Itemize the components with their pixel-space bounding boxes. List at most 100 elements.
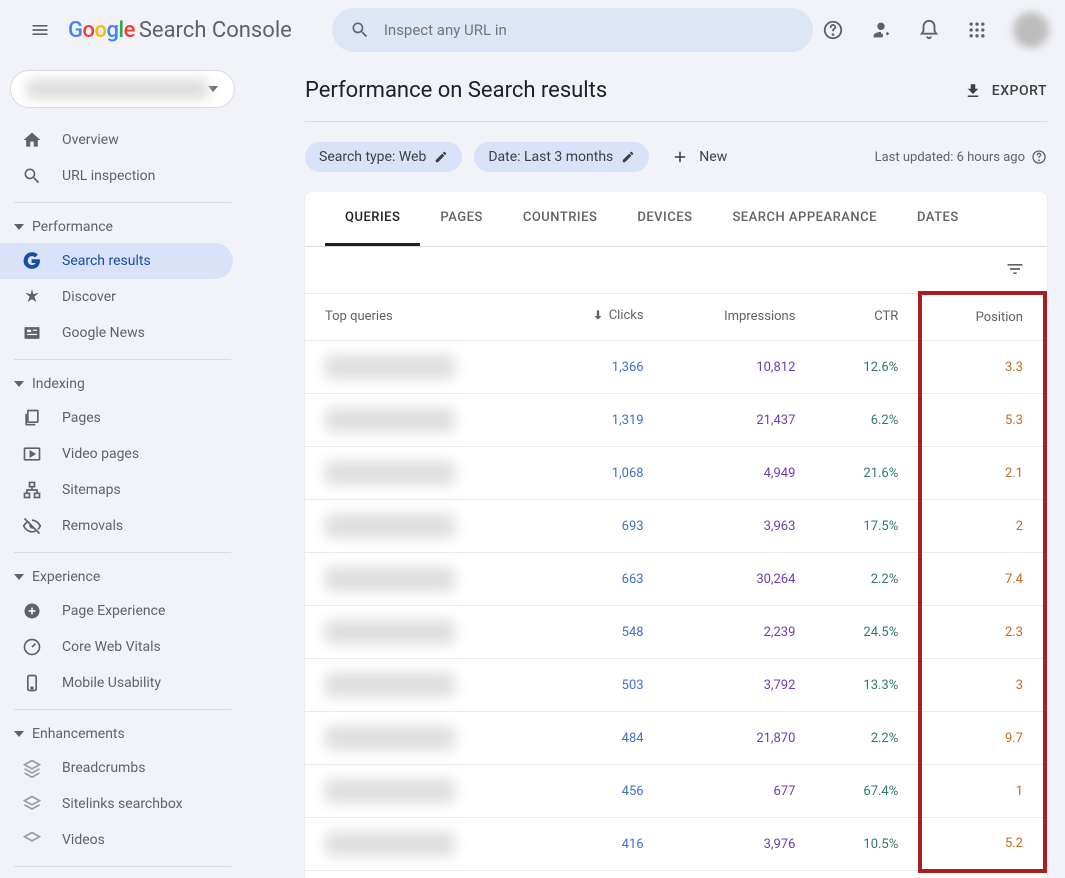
nav-videos[interactable]: Videos [0,822,233,858]
tab-devices[interactable]: DEVICES [617,192,712,246]
table-row[interactable]: 663 30,264 2.2% 7.4 [305,553,1045,606]
tab-countries[interactable]: COUNTRIES [503,192,618,246]
avatar[interactable] [1013,12,1049,48]
table-row[interactable]: 456 677 67.4% 1 [305,765,1045,818]
users-button[interactable] [861,10,901,50]
nav-sitelinks[interactable]: Sitelinks searchbox [0,786,233,822]
cell-impressions: 21,870 [664,712,816,765]
divider [14,552,231,553]
layers-icon [22,830,42,850]
nav-label: Discover [62,289,116,305]
google-logo: Google [68,18,135,43]
table-row[interactable]: 548 2,239 24.5% 2.3 [305,606,1045,659]
help-button[interactable] [813,10,853,50]
apps-button[interactable] [957,10,997,50]
table-row[interactable]: 693 3,963 17.5% 2 [305,500,1045,553]
nav-header-label: Experience [32,569,100,585]
asterisk-icon [22,287,42,307]
nav-header-indexing[interactable]: Indexing [0,368,245,400]
cell-clicks: 1,366 [537,341,664,394]
tab-queries[interactable]: QUERIES [325,192,420,246]
nav-google-news[interactable]: Google News [0,315,233,351]
col-impressions[interactable]: Impressions [664,293,816,341]
col-position[interactable]: Position [920,293,1045,341]
chevron-down-icon [14,381,24,387]
cell-impressions: 21,437 [664,394,816,447]
filter-date[interactable]: Date: Last 3 months [474,142,649,172]
plus-icon [671,148,689,166]
property-name [27,79,208,99]
nav-label: Pages [62,410,101,426]
eye-off-icon [22,516,42,536]
cell-position: 3 [920,659,1045,712]
apps-icon [967,20,987,40]
filter-search-type[interactable]: Search type: Web [305,142,462,172]
tab-search-appearance[interactable]: SEARCH APPEARANCE [712,192,897,246]
arrow-down-icon [591,308,605,322]
nav-label: Videos [62,832,105,848]
nav-label: Breadcrumbs [62,760,145,776]
col-ctr[interactable]: CTR [815,293,920,341]
cell-ctr: 2.2% [815,553,920,606]
chip-label: Date: Last 3 months [488,149,613,165]
col-clicks[interactable]: Clicks [537,293,664,341]
search-bar[interactable] [332,8,813,52]
divider [14,359,231,360]
nav-label: Overview [62,132,119,148]
cell-impressions: 10,812 [664,341,816,394]
cell-impressions: 30,264 [664,553,816,606]
nav-url-inspection[interactable]: URL inspection [0,158,233,194]
new-label: New [699,149,727,165]
cell-query [305,659,537,712]
nav-video-pages[interactable]: Video pages [0,436,233,472]
table-filter-button[interactable] [1005,259,1025,279]
menu-button[interactable] [16,6,64,54]
property-selector[interactable] [10,70,235,108]
table-row[interactable]: 503 3,792 13.3% 3 [305,659,1045,712]
nav-discover[interactable]: Discover [0,279,233,315]
sidebar: Overview URL inspection Performance Sear… [0,60,245,878]
chevron-down-icon [208,86,218,92]
cell-clicks: 456 [537,765,664,818]
cell-query [305,553,537,606]
download-icon [964,82,982,100]
table-row[interactable]: 1,319 21,437 6.2% 5.3 [305,394,1045,447]
nav-search-results[interactable]: Search results [0,243,233,279]
pages-icon [22,408,42,428]
nav-label: Video pages [62,446,139,462]
export-label: EXPORT [992,83,1047,99]
tab-pages[interactable]: PAGES [420,192,502,246]
nav-sitemaps[interactable]: Sitemaps [0,472,233,508]
logo[interactable]: Google Search Console [68,18,292,43]
table-row[interactable]: 416 3,976 10.5% 5.2 [305,818,1045,871]
nav-label: Removals [62,518,123,534]
divider [14,202,231,203]
news-icon [22,323,42,343]
plus-circle-icon [22,601,42,621]
nav-core-web-vitals[interactable]: Core Web Vitals [0,629,233,665]
notifications-button[interactable] [909,10,949,50]
nav-label: URL inspection [62,168,155,184]
nav-header-performance[interactable]: Performance [0,211,245,243]
cell-query [305,606,537,659]
help-icon[interactable] [1031,149,1047,165]
nav-header-experience[interactable]: Experience [0,561,245,593]
col-top-queries[interactable]: Top queries [305,293,537,341]
nav-page-experience[interactable]: Page Experience [0,593,233,629]
search-input[interactable] [384,21,795,39]
nav-pages[interactable]: Pages [0,400,233,436]
table-row[interactable]: 1,068 4,949 21.6% 2.1 [305,447,1045,500]
cell-position: 5.2 [920,818,1045,871]
nav-header-enhancements[interactable]: Enhancements [0,718,245,750]
cell-clicks: 663 [537,553,664,606]
add-filter-button[interactable]: New [661,142,737,172]
nav-overview[interactable]: Overview [0,122,233,158]
nav-label: Search results [62,253,151,269]
table-row[interactable]: 484 21,870 2.2% 9.7 [305,712,1045,765]
nav-breadcrumbs[interactable]: Breadcrumbs [0,750,233,786]
tab-dates[interactable]: DATES [897,192,979,246]
nav-mobile-usability[interactable]: Mobile Usability [0,665,233,701]
table-row[interactable]: 1,366 10,812 12.6% 3.3 [305,341,1045,394]
nav-removals[interactable]: Removals [0,508,233,544]
export-button[interactable]: EXPORT [964,82,1047,100]
